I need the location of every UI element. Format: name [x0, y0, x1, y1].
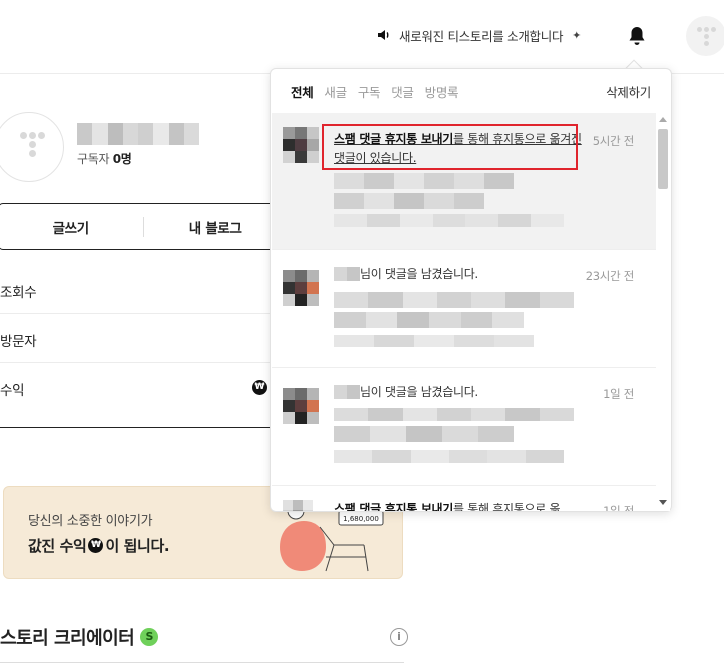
- notification-title: 스팸 댓글 휴지통 보내기를 통해 휴지통으로 옮: [334, 500, 584, 511]
- creator-title: 스토리 크리에이터: [0, 628, 135, 649]
- my-blog-button[interactable]: 내 블로그: [144, 217, 288, 237]
- highlight-box: [322, 124, 578, 170]
- notification-title: 님이 댓글을 남겼습니다.: [360, 385, 478, 399]
- announcement-link[interactable]: 새로워진 티스토리를 소개합니다 ✦: [376, 26, 581, 44]
- notification-time: 1일 전: [603, 504, 634, 511]
- notification-item[interactable]: 님이 댓글을 남겼습니다. 1일 전: [272, 367, 656, 485]
- story-creator-heading: 스토리 크리에이터 S: [0, 624, 159, 650]
- blurred-content: [334, 426, 514, 442]
- won-icon: ₩: [88, 538, 104, 553]
- notification-time: 1일 전: [603, 387, 634, 401]
- stat-visitors[interactable]: 방문자: [0, 314, 290, 363]
- action-buttons: 글쓰기 내 블로그: [0, 203, 288, 250]
- bell-icon[interactable]: [627, 25, 647, 47]
- promo-badge-text: 1,680,000: [343, 515, 379, 523]
- blurred-content: [334, 335, 534, 347]
- subscriber-count: 구독자 0명: [77, 150, 132, 167]
- blurred-thumbnail: [283, 270, 319, 306]
- subscriber-value: 0명: [112, 152, 132, 166]
- sparkle-icon: ✦: [572, 28, 582, 42]
- won-icon: ₩: [252, 380, 267, 395]
- blurred-thumbnail: [283, 500, 313, 511]
- scroll-down-arrow-icon[interactable]: [659, 500, 667, 505]
- blurred-content: [334, 193, 484, 209]
- tab-new-posts[interactable]: 새글: [324, 82, 347, 101]
- top-bar: 새로워진 티스토리를 소개합니다 ✦: [0, 0, 724, 74]
- tistory-dashboard: 새로워진 티스토리를 소개합니다 ✦ 구독자 0명 글쓰기 내 블로그 조회수 …: [0, 0, 724, 666]
- profile-avatar-icon[interactable]: [686, 16, 724, 56]
- notification-scrollbar[interactable]: [656, 113, 670, 511]
- stat-revenue-label: 수익: [0, 383, 25, 399]
- spam-trash-link[interactable]: 스팸 댓글 휴지통 보내기: [334, 502, 453, 511]
- creator-badge-icon: S: [140, 628, 159, 646]
- notification-list: 스팸 댓글 휴지통 보내기를 통해 휴지통으로 옮겨진 댓글이 있습니다. 5시…: [272, 113, 656, 511]
- blurred-content: [334, 214, 565, 227]
- promo-line2-prefix: 값진 수익: [28, 537, 87, 555]
- speaker-icon: [378, 30, 389, 40]
- promo-line2: 값진 수익 ₩ 이 됩니다.: [28, 535, 170, 556]
- blurred-thumbnail: [283, 388, 319, 424]
- tab-all[interactable]: 전체: [291, 82, 314, 101]
- notification-time: 23시간 전: [585, 269, 635, 283]
- subscriber-label: 구독자: [77, 152, 110, 166]
- announcement-text: 새로워진 티스토리를 소개합니다: [399, 28, 564, 44]
- scrollbar-thumb[interactable]: [658, 129, 668, 189]
- info-icon[interactable]: i: [390, 628, 408, 646]
- blurred-content: [334, 173, 514, 189]
- tab-guestbook[interactable]: 방명록: [425, 82, 459, 101]
- promo-line1: 당신의 소중한 이야기가: [28, 514, 153, 529]
- blurred-content: [334, 408, 574, 421]
- stat-visitors-label: 방문자: [0, 334, 37, 350]
- divider: [0, 662, 404, 666]
- delete-all-button[interactable]: 삭제하기: [606, 82, 651, 101]
- tab-comments[interactable]: 댓글: [391, 82, 414, 101]
- notification-time: 5시간 전: [592, 134, 635, 148]
- write-button[interactable]: 글쓰기: [0, 217, 143, 237]
- stat-revenue[interactable]: 수익: [0, 363, 290, 412]
- notification-item[interactable]: 님이 댓글을 남겼습니다. 23시간 전: [272, 249, 656, 367]
- notification-tabs: 전체 새글 구독 댓글 방명록: [291, 82, 459, 101]
- notification-item[interactable]: 스팸 댓글 휴지통 보내기를 통해 휴지통으로 옮 1일 전: [272, 485, 656, 511]
- blurred-content: [334, 312, 525, 328]
- blurred-thumbnail: [283, 127, 319, 163]
- blurred-content: [334, 450, 564, 463]
- scroll-up-arrow-icon[interactable]: [659, 117, 667, 122]
- blog-avatar[interactable]: [0, 112, 64, 182]
- blurred-username: [334, 267, 360, 281]
- stats-list: 조회수 방문자 수익: [0, 265, 290, 428]
- notification-title: 님이 댓글을 남겼습니다.: [360, 267, 478, 281]
- blurred-username: [334, 385, 360, 399]
- stat-views-label: 조회수: [0, 285, 37, 301]
- blurred-blog-name: [77, 123, 199, 145]
- blurred-content: [334, 292, 574, 308]
- tab-subscriptions[interactable]: 구독: [358, 82, 381, 101]
- stat-views[interactable]: 조회수: [0, 265, 290, 314]
- notification-title-rest: 를 통해 휴지통으로 옮: [453, 502, 561, 511]
- promo-line2-suffix: 이 됩니다.: [105, 537, 170, 555]
